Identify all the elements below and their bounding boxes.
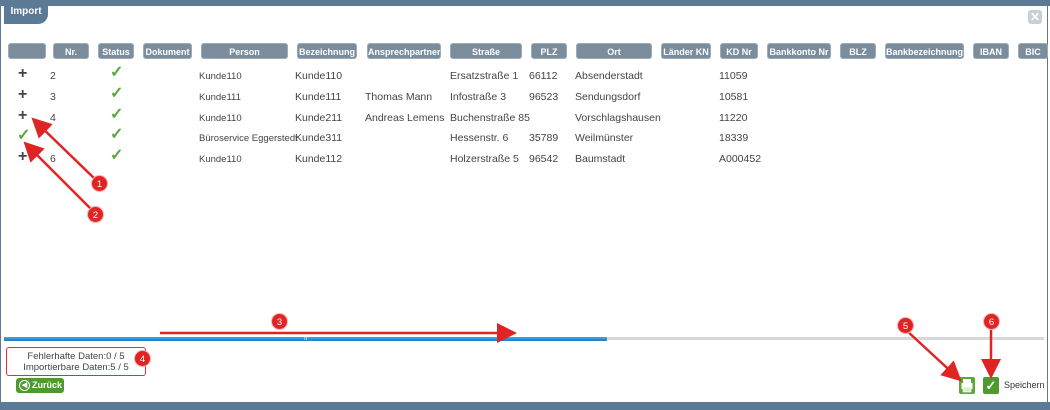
- annotation-arrows: [23, 117, 1001, 382]
- annotation-marker-6: 6: [983, 313, 1000, 330]
- annotation-marker-5: 5: [897, 317, 914, 334]
- annotation-marker-3: 3: [271, 313, 288, 330]
- annotation-marker-4: 4: [134, 350, 151, 367]
- annotation-marker-1: 1: [91, 175, 108, 192]
- window-bottom-border: [0, 402, 1050, 410]
- annotation-marker-2: 2: [87, 206, 104, 223]
